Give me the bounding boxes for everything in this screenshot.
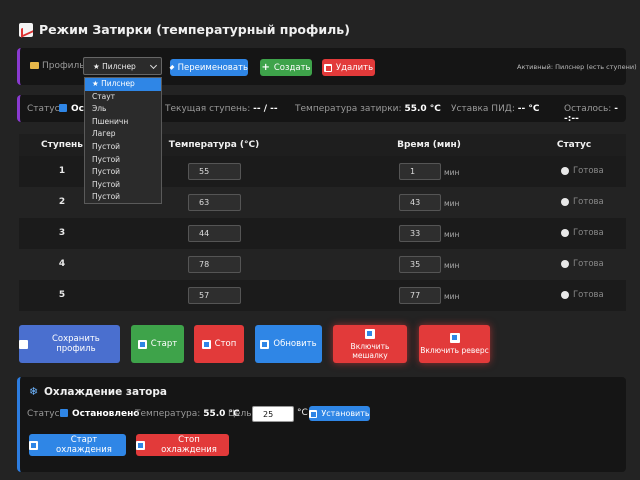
step-time-unit: мин (444, 292, 460, 301)
step-status: Готова (561, 228, 604, 238)
cooling-title: Охлаждение затора (44, 386, 168, 398)
step-time-input[interactable]: 77 (399, 287, 441, 304)
start-cooling-button[interactable]: Старт охлаждения (29, 434, 126, 456)
step-number: 3 (58, 228, 66, 238)
folder-icon (30, 62, 39, 69)
step-time-input[interactable]: 1 (399, 163, 441, 180)
rename-button[interactable]: Переименовать (169, 59, 248, 76)
fast-forward-icon (365, 328, 375, 339)
cooling-target-label: Цель (228, 409, 252, 419)
status-dot-icon (561, 167, 569, 175)
col-time: Время (мин) (397, 140, 461, 150)
save-icon (19, 339, 28, 349)
create-button[interactable]: + Создать (260, 59, 312, 76)
status-dot-icon (561, 291, 569, 299)
dropdown-option[interactable]: Пустой (85, 179, 161, 192)
step-temp-input[interactable]: 57 (188, 287, 241, 304)
pause-icon (59, 104, 67, 112)
cooling-status-label: Статус: (27, 409, 63, 419)
status-label: Статус: (27, 104, 63, 114)
check-icon (309, 409, 318, 418)
refresh-button[interactable]: Обновить (255, 325, 322, 363)
pid-setpoint-label: Уставка ПИД: -- °C (451, 104, 540, 114)
pencil-icon (169, 65, 175, 70)
step-temp-input[interactable]: 44 (188, 225, 241, 242)
dropdown-option[interactable]: Пустой (85, 154, 161, 167)
step-status: Готова (561, 166, 604, 176)
step-status: Готова (561, 197, 604, 207)
refresh-icon (260, 339, 270, 349)
chevron-down-icon (149, 61, 158, 70)
table-row: 4 78 35 мин Готова (19, 249, 626, 280)
dropdown-option[interactable]: Пустой (85, 141, 161, 154)
step-number: 4 (58, 259, 66, 269)
save-profile-button[interactable]: Сохранить профиль (19, 325, 120, 363)
cooling-target-input[interactable]: 25 (252, 406, 294, 422)
step-status: Готова (561, 259, 604, 269)
stop-button[interactable]: Стоп (194, 325, 244, 363)
mash-temp-label: Температура затирки: 55.0 °C (295, 104, 441, 114)
step-time-input[interactable]: 33 (399, 225, 441, 242)
dropdown-option[interactable]: ★ Пилснер (85, 78, 161, 91)
active-profile-note: Активный: Пилснер (есть ступени) (517, 63, 637, 71)
rewind-icon (449, 333, 460, 343)
step-time-unit: мин (444, 261, 460, 270)
dropdown-option[interactable]: Эль (85, 103, 161, 116)
trash-icon (323, 63, 332, 72)
dropdown-option[interactable]: Стаут (85, 91, 161, 104)
cooling-card: ❄ Охлаждение затора Статус: Остановлено … (17, 377, 626, 472)
delete-button[interactable]: Удалить (322, 59, 375, 76)
profile-label: Профиль: (42, 61, 88, 71)
dropdown-option[interactable]: Лагер (85, 128, 161, 141)
step-temp-input[interactable]: 63 (188, 194, 241, 211)
page-title-text: Режим Затирки (температурный профиль) (39, 22, 350, 37)
plus-icon: + (261, 61, 270, 73)
profile-select-value: ★ Пилснер (93, 62, 136, 71)
play-icon (137, 339, 147, 349)
page-title: Режим Затирки (температурный профиль) (19, 22, 350, 37)
profile-dropdown-list: ★ Пилснер Стаут Эль Пшеничн Лагер Пустой Пусто… (84, 77, 162, 204)
snowflake-icon: ❄ (29, 385, 39, 398)
cooling-target-unit: °C (297, 408, 308, 418)
step-time-input[interactable]: 43 (399, 194, 441, 211)
chart-icon (19, 22, 33, 37)
col-temperature: Температура (°C) (168, 140, 260, 150)
status-dot-icon (561, 229, 569, 237)
step-time-unit: мин (444, 230, 460, 239)
col-status: Статус (556, 140, 592, 150)
stop-cooling-button[interactable]: Стоп охлаждения (136, 434, 229, 456)
mixer-on-button[interactable]: Включить мешалку (333, 325, 407, 363)
dropdown-option[interactable]: Пшеничн (85, 116, 161, 129)
dropdown-option[interactable]: Пустой (85, 166, 161, 179)
step-temp-input[interactable]: 78 (188, 256, 241, 273)
dropdown-option[interactable]: Пустой (85, 191, 161, 204)
step-status: Готова (561, 290, 604, 300)
table-row: 3 44 33 мин Готова (19, 218, 626, 249)
reverse-on-button[interactable]: Включить реверс (419, 325, 490, 363)
set-target-button[interactable]: Установить (309, 406, 370, 421)
profile-select[interactable]: ★ Пилснер (83, 57, 162, 75)
step-temp-input[interactable]: 55 (188, 163, 241, 180)
cooling-temp-label: Температура: 55.0 °C (135, 409, 240, 419)
play-icon (29, 440, 38, 450)
status-dot-icon (561, 198, 569, 206)
stop-icon (136, 440, 145, 450)
step-time-input[interactable]: 35 (399, 256, 441, 273)
step-number: 5 (58, 290, 66, 300)
step-time-unit: мин (444, 168, 460, 177)
step-label: Текущая ступень: -- / -- (165, 104, 278, 114)
status-dot-icon (561, 260, 569, 268)
pause-icon (60, 409, 68, 417)
table-row: 5 57 77 мин Готова (19, 280, 626, 311)
cooling-status-value: Остановлено (72, 409, 140, 419)
time-left-label: Осталось: --:-- (564, 104, 618, 124)
step-time-unit: мин (444, 199, 460, 208)
stop-icon (201, 339, 211, 349)
start-button[interactable]: Старт (131, 325, 184, 363)
